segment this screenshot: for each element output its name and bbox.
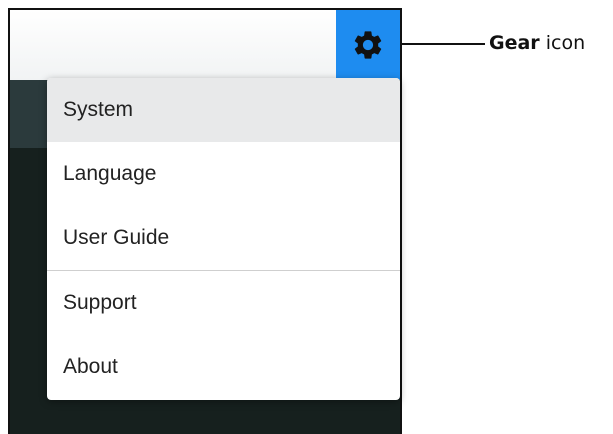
menu-item-label: Language [63,162,157,185]
menu-item-about[interactable]: About [47,335,400,399]
menu-item-system[interactable]: System [47,78,400,142]
settings-dropdown-menu: System Language User Guide Support About [47,78,400,400]
menu-item-language[interactable]: Language [47,142,400,206]
menu-item-label: User Guide [63,226,170,249]
callout-label: Gear icon [489,32,585,54]
menu-item-label: System [63,98,134,121]
callout-label-strong: Gear [489,32,540,54]
callout-label-rest: icon [539,32,586,54]
menu-item-label: About [63,355,118,378]
callout-leader-line [402,43,485,45]
settings-button[interactable] [336,10,400,80]
menu-item-user-guide[interactable]: User Guide [47,206,400,270]
menu-item-support[interactable]: Support [47,271,400,335]
menu-item-label: Support [63,291,137,314]
gear-icon [351,28,385,62]
